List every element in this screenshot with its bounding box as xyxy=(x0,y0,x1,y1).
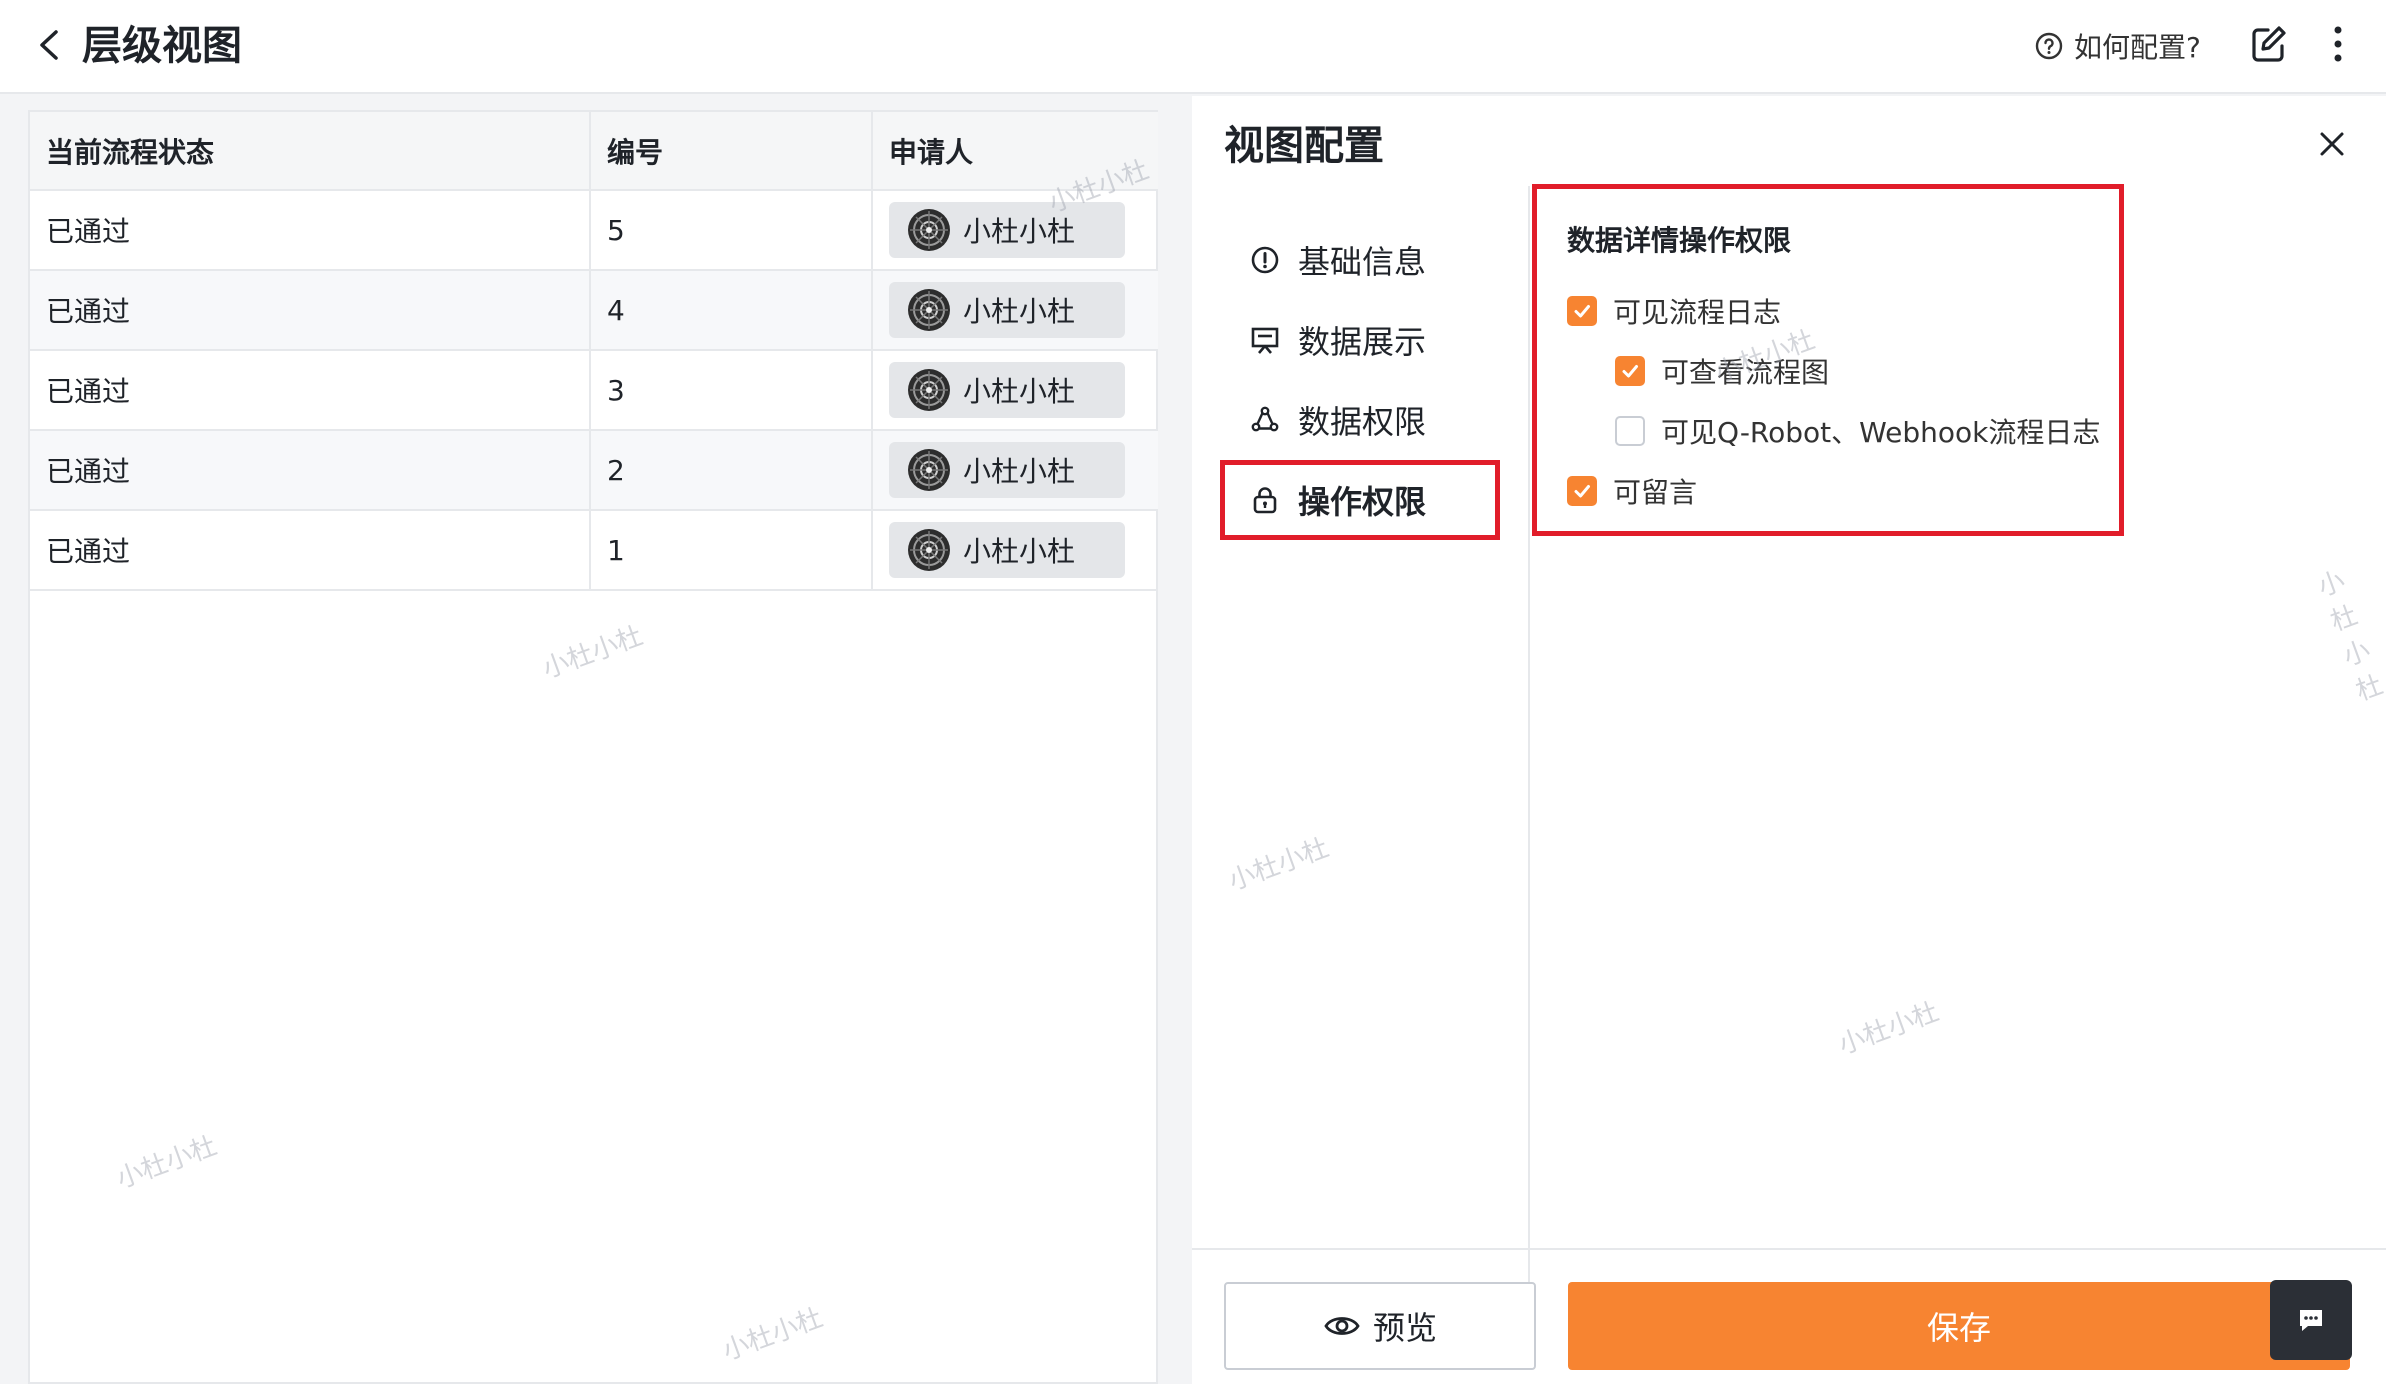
status-cell: 已通过 xyxy=(30,430,591,511)
checkbox-checked-icon[interactable] xyxy=(1615,356,1645,386)
menu-item-data-permission[interactable]: 数据权限 xyxy=(1228,380,1500,460)
table-row[interactable]: 已通过 1 小杜小杜 xyxy=(30,510,1158,591)
applicant-name: 小杜小杜 xyxy=(963,294,1076,328)
watermark: 小杜小杜 xyxy=(112,1130,221,1195)
menu-item-operation-permission[interactable]: 操作权限 xyxy=(1220,460,1500,540)
help-label: 如何配置? xyxy=(2074,31,2201,64)
watermark: 小杜小杜 xyxy=(1834,996,1943,1061)
menu-item-label: 数据展示 xyxy=(1298,323,1427,361)
checkbox-leave-comment[interactable]: 可留言 xyxy=(1567,471,1697,511)
eye-icon xyxy=(1324,1317,1360,1335)
checkbox-view-robot-webhook-log[interactable]: 可见Q-Robot、Webhook流程日志 xyxy=(1615,411,2100,451)
watermark: 小杜小杜 xyxy=(538,620,647,685)
page-title: 层级视图 xyxy=(82,23,242,69)
number-cell: 3 xyxy=(590,350,873,431)
user-chip[interactable]: 小杜小杜 xyxy=(889,361,1125,418)
top-bar: 层级视图 如何配置? xyxy=(0,0,2386,94)
chat-button[interactable] xyxy=(2270,1280,2352,1360)
applicant-cell: 小杜小杜 xyxy=(872,510,1158,591)
user-chip[interactable]: 小杜小杜 xyxy=(889,521,1125,578)
checkbox-label: 可见Q-Robot、Webhook流程日志 xyxy=(1661,416,2101,449)
table-row[interactable]: 已通过 5 小杜小杜 xyxy=(30,190,1158,271)
avatar xyxy=(908,288,950,331)
applicant-cell: 小杜小杜 xyxy=(872,350,1158,431)
table-row[interactable]: 已通过 2 小杜小杜 xyxy=(30,430,1158,511)
panel-divider xyxy=(1528,186,1530,1306)
data-table: 当前流程状态 编号 申请人 已通过 5 小杜小杜 已通过 4 小杜小杜 已通过 3 小杜小杜 已通… xyxy=(30,112,1158,591)
checkbox-view-process-log[interactable]: 可见流程日志 xyxy=(1567,291,1781,331)
avatar xyxy=(908,528,950,571)
menu-item-data-display[interactable]: 数据展示 xyxy=(1228,300,1500,380)
watermark: 小杜小杜 xyxy=(718,1302,827,1367)
preview-button[interactable]: 预览 xyxy=(1224,1282,1536,1370)
user-chip[interactable]: 小杜小杜 xyxy=(889,441,1125,498)
data-permission-icon xyxy=(1251,406,1279,432)
applicant-name: 小杜小杜 xyxy=(963,214,1076,248)
applicant-cell: 小杜小杜 xyxy=(872,430,1158,511)
status-cell: 已通过 xyxy=(30,190,591,271)
info-icon xyxy=(1251,246,1279,274)
more-vertical-icon[interactable] xyxy=(2326,22,2350,66)
permission-section-title: 数据详情操作权限 xyxy=(1567,224,1792,257)
table-header-row: 当前流程状态 编号 申请人 xyxy=(30,112,1158,191)
data-table-panel: 当前流程状态 编号 申请人 已通过 5 小杜小杜 已通过 4 小杜小杜 已通过 3 小杜小杜 已通… xyxy=(28,110,1158,1384)
column-header-applicant[interactable]: 申请人 xyxy=(872,112,1158,191)
menu-item-basic-info[interactable]: 基础信息 xyxy=(1228,220,1500,300)
checkbox-label: 可留言 xyxy=(1613,476,1698,509)
applicant-name: 小杜小杜 xyxy=(963,374,1076,408)
footer-divider xyxy=(1192,1248,2386,1250)
checkbox-checked-icon[interactable] xyxy=(1567,476,1597,506)
number-cell: 5 xyxy=(590,190,873,271)
number-cell: 4 xyxy=(590,270,873,351)
avatar xyxy=(908,368,950,411)
avatar xyxy=(908,448,950,491)
checkbox-unchecked-icon[interactable] xyxy=(1615,416,1645,446)
user-chip[interactable]: 小杜小杜 xyxy=(889,201,1125,258)
table-row[interactable]: 已通过 3 小杜小杜 xyxy=(30,350,1158,431)
applicant-name: 小杜小杜 xyxy=(963,534,1076,568)
chat-icon xyxy=(2300,1310,2322,1331)
display-icon xyxy=(1251,327,1279,354)
back-arrow-icon[interactable] xyxy=(30,22,70,68)
checkbox-label: 可见流程日志 xyxy=(1613,296,1782,329)
watermark: 小杜小杜 xyxy=(1224,832,1333,897)
view-config-panel: 视图配置 基础信息 数据展示 数据权限 操作权限 数据详情操作权限 可见流程日志… xyxy=(1192,96,2386,1384)
preview-label: 预览 xyxy=(1372,1309,1437,1347)
lock-icon xyxy=(1253,487,1277,514)
applicant-cell: 小杜小杜 xyxy=(872,270,1158,351)
question-circle-icon xyxy=(2035,32,2063,60)
applicant-cell: 小杜小杜 xyxy=(872,190,1158,271)
save-label: 保存 xyxy=(1926,1309,1991,1347)
config-menu: 基础信息 数据展示 数据权限 操作权限 xyxy=(1220,220,1500,540)
column-header-status[interactable]: 当前流程状态 xyxy=(30,112,591,191)
column-header-number[interactable]: 编号 xyxy=(590,112,873,191)
menu-item-label: 数据权限 xyxy=(1298,403,1427,441)
checkbox-label: 可查看流程图 xyxy=(1661,356,1830,389)
menu-item-label: 基础信息 xyxy=(1298,243,1427,281)
checkbox-view-flowchart[interactable]: 可查看流程图 xyxy=(1615,351,1829,391)
watermark: 小杜小杜 xyxy=(2314,565,2386,708)
number-cell: 1 xyxy=(590,510,873,591)
help-link[interactable]: 如何配置? xyxy=(2034,24,2201,68)
config-title: 视图配置 xyxy=(1224,123,1384,169)
permission-section: 数据详情操作权限 可见流程日志 可查看流程图 可见Q-Robot、Webhook… xyxy=(1532,184,2124,536)
number-cell: 2 xyxy=(590,430,873,511)
applicant-name: 小杜小杜 xyxy=(963,454,1076,488)
avatar xyxy=(908,208,950,251)
edit-icon[interactable] xyxy=(2248,22,2288,66)
table-row[interactable]: 已通过 4 小杜小杜 xyxy=(30,270,1158,351)
status-cell: 已通过 xyxy=(30,270,591,351)
save-button[interactable]: 保存 xyxy=(1568,1282,2350,1370)
status-cell: 已通过 xyxy=(30,350,591,431)
close-icon[interactable] xyxy=(2316,128,2348,160)
status-cell: 已通过 xyxy=(30,510,591,591)
checkbox-checked-icon[interactable] xyxy=(1567,296,1597,326)
user-chip[interactable]: 小杜小杜 xyxy=(889,281,1125,338)
menu-item-label: 操作权限 xyxy=(1298,483,1427,521)
